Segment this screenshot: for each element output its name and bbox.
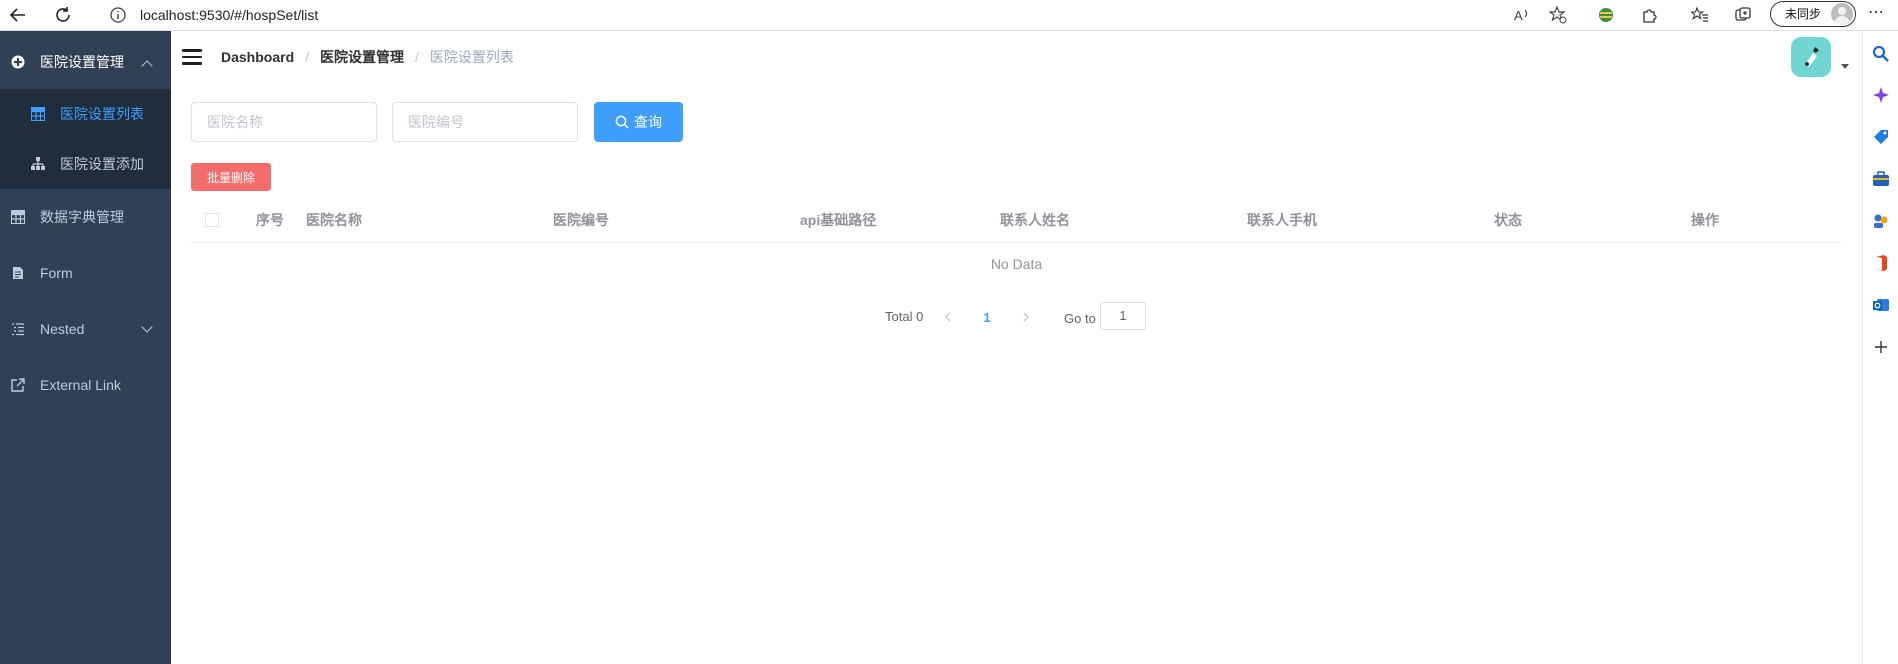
extension-globe-icon[interactable] bbox=[1594, 3, 1618, 27]
shopping-tag-icon[interactable] bbox=[1872, 128, 1890, 146]
browser-sidebar bbox=[1862, 31, 1898, 664]
breadcrumb: Dashboard / 医院设置管理 / 医院设置列表 bbox=[221, 48, 514, 66]
sidebar-item-external-link[interactable]: External Link bbox=[0, 357, 171, 413]
nested-list-icon bbox=[10, 321, 26, 337]
prev-page-icon[interactable] bbox=[934, 303, 962, 331]
site-info-icon[interactable] bbox=[106, 3, 130, 27]
search-icon bbox=[615, 115, 629, 129]
hosname-search-input[interactable] bbox=[191, 102, 377, 142]
sidebar-item-nested[interactable]: Nested bbox=[0, 301, 171, 357]
table-header: 序号 医院名称 医院编号 api基础路径 联系人姓名 联系人手机 状态 操作 bbox=[191, 197, 1842, 243]
sidebar-item-form[interactable]: Form bbox=[0, 245, 171, 301]
gear-circle-icon bbox=[10, 54, 26, 70]
external-link-icon bbox=[10, 377, 26, 393]
chevron-down-icon bbox=[141, 321, 153, 333]
browser-toolbar: localhost:9530/#/hospSet/list A 未同步 ⋯ bbox=[0, 0, 1898, 31]
extensions-puzzle-icon[interactable] bbox=[1638, 3, 1662, 27]
breadcrumb-separator: / bbox=[305, 49, 310, 65]
goto-page-input[interactable]: 1 bbox=[1100, 302, 1146, 330]
table-icon bbox=[10, 209, 26, 225]
sidebar: 医院设置管理 医院设置列表 医院设置添加 数据字典管理 Form Nested bbox=[0, 31, 171, 664]
breadcrumb-separator: / bbox=[415, 49, 419, 65]
batch-delete-button[interactable]: 批量删除 bbox=[191, 163, 271, 191]
outlook-icon[interactable] bbox=[1872, 296, 1890, 314]
breadcrumb-current: 医院设置列表 bbox=[429, 49, 514, 65]
profile-sync-button[interactable]: 未同步 bbox=[1770, 1, 1856, 27]
sidebar-item-hospset-manage[interactable]: 医院设置管理 bbox=[0, 34, 171, 90]
sidebar-item-hospset-add[interactable]: 医院设置添加 bbox=[0, 139, 171, 189]
hamburger-icon[interactable] bbox=[182, 49, 202, 65]
table-icon bbox=[30, 106, 46, 122]
sidebar-item-label: Nested bbox=[40, 321, 85, 337]
column-header-index: 序号 bbox=[256, 212, 284, 228]
sidebar-item-label: 医院设置添加 bbox=[60, 156, 144, 172]
add-favorite-icon[interactable] bbox=[1546, 3, 1570, 27]
tree-icon bbox=[30, 156, 46, 172]
read-aloud-icon[interactable]: A bbox=[1510, 3, 1534, 27]
main-content: Dashboard / 医院设置管理 / 医院设置列表 查询 批量删除 序号 医… bbox=[171, 31, 1862, 664]
pagination-total: Total 0 bbox=[885, 309, 924, 324]
user-avatar[interactable] bbox=[1791, 37, 1831, 77]
back-arrow-icon[interactable] bbox=[6, 3, 30, 27]
query-button-label: 查询 bbox=[634, 114, 662, 130]
hoscode-search-input[interactable] bbox=[392, 102, 578, 142]
navbar: Dashboard / 医院设置管理 / 医院设置列表 bbox=[171, 31, 1862, 81]
table-empty-text: No Data bbox=[990, 256, 1043, 272]
office-icon[interactable] bbox=[1872, 254, 1890, 272]
breadcrumb-dashboard[interactable]: Dashboard bbox=[221, 48, 294, 66]
address-bar-url[interactable]: localhost:9530/#/hospSet/list bbox=[140, 5, 318, 25]
select-all-checkbox[interactable] bbox=[205, 213, 219, 227]
sidebar-item-dict-manage[interactable]: 数据字典管理 bbox=[0, 189, 171, 245]
sidebar-item-label: 医院设置列表 bbox=[60, 106, 144, 122]
sidebar-item-label: 数据字典管理 bbox=[40, 209, 124, 225]
next-page-icon[interactable] bbox=[1012, 303, 1040, 331]
copilot-sparkle-icon[interactable] bbox=[1872, 86, 1890, 104]
column-header-hoscode: 医院编号 bbox=[553, 212, 609, 228]
query-button[interactable]: 查询 bbox=[594, 102, 683, 142]
sidebar-item-label: External Link bbox=[40, 377, 121, 393]
chevron-up-icon bbox=[141, 60, 153, 72]
column-header-actions: 操作 bbox=[1691, 212, 1719, 228]
goto-label: Go to bbox=[1064, 311, 1096, 326]
column-header-contacts-name: 联系人姓名 bbox=[1000, 212, 1070, 228]
column-header-status: 状态 bbox=[1494, 212, 1522, 228]
games-people-icon[interactable] bbox=[1872, 212, 1890, 230]
sidebar-item-label: Form bbox=[40, 265, 73, 281]
favorites-icon[interactable] bbox=[1688, 3, 1712, 27]
svg-text:A: A bbox=[1514, 8, 1523, 23]
form-icon bbox=[10, 265, 26, 281]
search-icon[interactable] bbox=[1872, 45, 1890, 63]
column-header-api-url: api基础路径 bbox=[800, 212, 877, 228]
breadcrumb-hospset-manage[interactable]: 医院设置管理 bbox=[320, 48, 404, 66]
column-header-hosname: 医院名称 bbox=[306, 212, 362, 228]
more-menu-icon[interactable]: ⋯ bbox=[1868, 2, 1885, 22]
profile-avatar bbox=[1831, 3, 1853, 25]
collections-icon[interactable] bbox=[1731, 3, 1755, 27]
column-header-contacts-phone: 联系人手机 bbox=[1247, 212, 1317, 228]
page-number[interactable]: 1 bbox=[973, 303, 1001, 331]
tools-briefcase-icon[interactable] bbox=[1872, 170, 1890, 188]
sidebar-item-label: 医院设置管理 bbox=[40, 54, 124, 70]
caret-down-icon[interactable] bbox=[1841, 64, 1849, 69]
refresh-icon[interactable] bbox=[51, 3, 75, 27]
sync-status-label: 未同步 bbox=[1785, 7, 1822, 21]
add-icon[interactable] bbox=[1872, 338, 1890, 356]
sidebar-item-hospset-list[interactable]: 医院设置列表 bbox=[0, 89, 171, 139]
